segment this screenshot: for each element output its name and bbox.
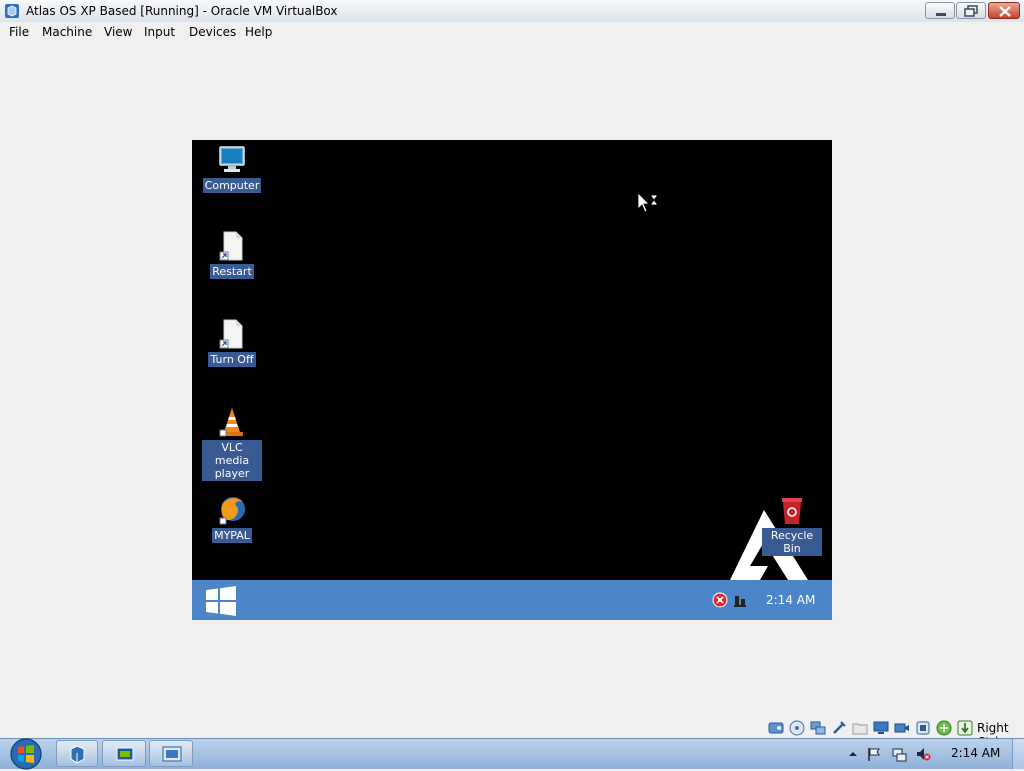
usb-icon[interactable] <box>831 720 847 736</box>
desktop-icon-label: VLC media player <box>202 440 262 481</box>
vlc-icon <box>219 408 243 437</box>
recording-icon[interactable] <box>894 720 910 736</box>
menu-file[interactable]: File <box>9 25 29 39</box>
mypal-browser-icon <box>219 497 245 525</box>
desktop-icon-label: Computer <box>202 178 262 193</box>
shared-folders-icon[interactable] <box>852 720 868 736</box>
desktop-icon-label: Restart <box>210 264 254 279</box>
display-icon[interactable] <box>873 720 889 736</box>
optical-drive-icon[interactable] <box>789 720 805 736</box>
virtualbox-icon[interactable] <box>4 3 20 19</box>
windows-logo-icon[interactable] <box>205 586 237 616</box>
shortcut-file-icon <box>219 319 243 349</box>
desktop-icon-computer[interactable]: Computer <box>202 144 262 193</box>
close-icon <box>999 6 1011 17</box>
title-bar: Atlas OS XP Based [Running] - Oracle VM … <box>0 0 1024 23</box>
error-icon[interactable] <box>712 592 728 608</box>
taskbar-button-vm-preview[interactable] <box>149 740 193 767</box>
window-title: Atlas OS XP Based [Running] - Oracle VM … <box>26 4 338 18</box>
show-desktop-button[interactable] <box>1012 739 1024 769</box>
minimize-button[interactable] <box>925 2 955 19</box>
desktop-icon-label: MYPAL <box>212 528 252 543</box>
recycle-bin-icon <box>782 498 802 524</box>
taskbar-button-vm-window[interactable] <box>102 740 146 767</box>
mouse-integration-icon[interactable] <box>936 720 952 736</box>
vm-window-icon <box>116 747 134 761</box>
minimize-icon <box>936 13 946 16</box>
menu-input[interactable]: Input <box>144 25 175 39</box>
desktop-icon-turn-off[interactable]: Turn Off <box>202 318 262 367</box>
computer-icon <box>219 146 245 172</box>
desktop-icon-label: Recycle Bin <box>762 528 822 556</box>
vm-display[interactable]: Computer Restart Turn Off VLC media play… <box>192 140 832 620</box>
host-clock[interactable]: 2:14 AM <box>951 746 1000 760</box>
maximize-icon <box>964 5 978 17</box>
close-button[interactable] <box>988 2 1020 19</box>
windows-orb-icon[interactable] <box>9 737 43 771</box>
menu-help[interactable]: Help <box>245 25 272 39</box>
desktop-icon-recycle-bin[interactable]: Recycle Bin <box>762 494 822 556</box>
volume-muted-icon[interactable] <box>915 746 931 762</box>
menu-view[interactable]: View <box>104 25 132 39</box>
show-hidden-icons-icon[interactable] <box>845 746 861 762</box>
network-icon[interactable] <box>732 592 748 608</box>
menu-machine[interactable]: Machine <box>42 25 92 39</box>
desktop-icon-mypal[interactable]: MYPAL <box>202 494 262 543</box>
virtualbox-manager-icon <box>70 745 85 764</box>
shortcut-file-icon <box>219 231 243 261</box>
desktop-icon-vlc[interactable]: VLC media player <box>202 406 262 481</box>
network-tray-icon[interactable] <box>891 746 907 762</box>
network-adapter-icon[interactable] <box>810 720 826 736</box>
desktop-icon-restart[interactable]: Restart <box>202 230 262 279</box>
menu-devices[interactable]: Devices <box>189 25 236 39</box>
hard-disk-icon[interactable] <box>768 720 784 736</box>
desktop-icon-label: Turn Off <box>208 352 256 367</box>
virtualization-icon[interactable] <box>915 720 931 736</box>
vbox-status-bar: Right Ctrl <box>0 718 1024 749</box>
action-center-flag-icon[interactable] <box>866 746 882 762</box>
busy-cursor-icon <box>637 192 658 213</box>
menubar: File Machine View Input Devices Help <box>0 22 1024 42</box>
keyboard-icon[interactable] <box>957 720 973 736</box>
taskbar-button-virtualbox[interactable] <box>56 740 98 767</box>
host-taskbar: 2:14 AM <box>0 737 1024 771</box>
maximize-button[interactable] <box>956 2 986 19</box>
vm-clock[interactable]: 2:14 AM <box>766 593 815 607</box>
vm-taskbar: 2:14 AM <box>192 580 832 620</box>
vm-preview-icon <box>162 746 182 762</box>
